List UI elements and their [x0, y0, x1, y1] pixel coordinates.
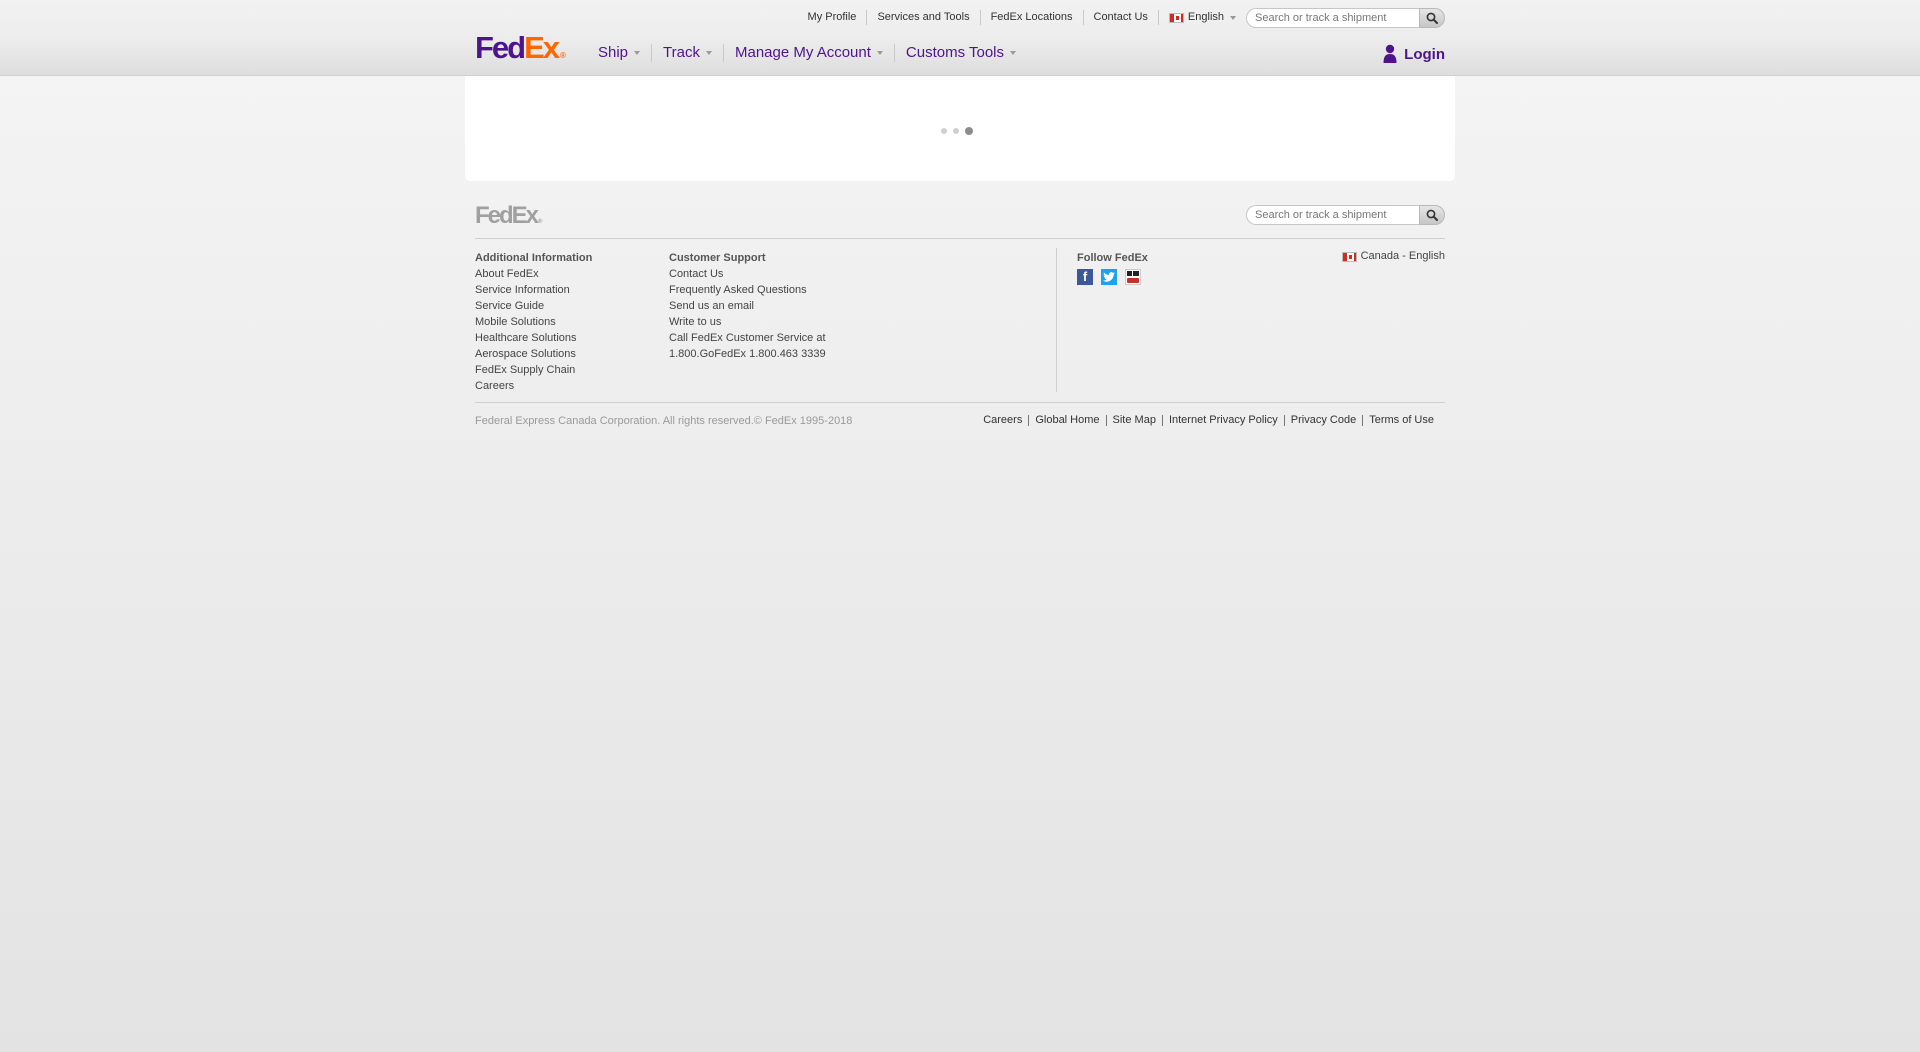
loading-dot — [941, 128, 947, 134]
fedex-logo[interactable]: FedEx ® — [475, 32, 566, 63]
global-home-link[interactable]: Global Home — [1028, 415, 1105, 426]
login-label: Login — [1404, 45, 1445, 63]
services-and-tools-link[interactable]: Services and Tools — [867, 10, 981, 25]
footer-customer-support: Customer Support Contact Us Frequently A… — [669, 250, 826, 362]
social-icons: f — [1077, 269, 1149, 285]
footer-bottom-links: Careers Global Home Site Map Internet Pr… — [977, 415, 1440, 426]
search-input[interactable] — [1246, 7, 1419, 28]
content-panel — [465, 76, 1455, 181]
footer-follow: Follow FedEx f — [1077, 250, 1149, 285]
youtube-icon[interactable] — [1125, 269, 1141, 285]
footer-heading: Customer Support — [669, 252, 766, 264]
loading-dots — [941, 127, 979, 135]
footer-bottom-divider — [475, 402, 1445, 403]
nav-ship[interactable]: Ship — [588, 44, 651, 62]
about-fedex-link[interactable]: About FedEx — [475, 266, 592, 282]
contact-us-link[interactable]: Contact Us — [1084, 10, 1159, 25]
utility-nav: My Profile Services and Tools FedEx Loca… — [798, 7, 1445, 28]
country-label: Canada - English — [1360, 250, 1445, 262]
search-button[interactable] — [1419, 7, 1445, 28]
phone-number: 1.800.GoFedEx 1.800.463 3339 — [669, 348, 826, 360]
twitter-bird-icon — [1103, 272, 1115, 282]
user-icon — [1383, 44, 1397, 63]
canada-flag-icon — [1168, 12, 1184, 23]
my-profile-link[interactable]: My Profile — [798, 10, 868, 25]
faq-link[interactable]: Frequently Asked Questions — [669, 282, 826, 298]
fedex-locations-link[interactable]: FedEx Locations — [981, 10, 1084, 25]
canada-flag-icon — [1341, 251, 1357, 262]
footer-divider — [475, 238, 1445, 239]
login-button[interactable]: Login — [1383, 44, 1445, 64]
footer-country-selector[interactable]: Canada - English — [1341, 250, 1445, 263]
twitter-icon[interactable] — [1101, 269, 1117, 285]
footer-heading: Additional Information — [475, 252, 593, 264]
loading-dot-active — [965, 127, 973, 135]
chevron-down-icon — [876, 51, 883, 56]
chevron-down-icon — [1230, 15, 1236, 20]
service-information-link[interactable]: Service Information — [475, 282, 592, 298]
aerospace-solutions-link[interactable]: Aerospace Solutions — [475, 346, 592, 362]
footer-vertical-divider — [1056, 248, 1057, 392]
youtube-logo-icon — [1127, 271, 1139, 283]
header-search — [1246, 7, 1445, 28]
chevron-down-icon — [705, 51, 712, 56]
main-nav: Ship Track Manage My Account Customs Too… — [588, 44, 1027, 62]
search-icon — [1426, 209, 1438, 221]
site-map-link[interactable]: Site Map — [1105, 415, 1162, 426]
contact-us-link[interactable]: Contact Us — [669, 266, 826, 282]
copyright-text: Federal Express Canada Corporation. All … — [475, 415, 853, 427]
nav-manage-my-account[interactable]: Manage My Account — [722, 44, 894, 62]
footer-fedex-logo[interactable]: FedEx® — [475, 204, 542, 228]
loading-dot — [953, 128, 959, 134]
footer-search-input[interactable] — [1246, 205, 1419, 225]
terms-of-use-link[interactable]: Terms of Use — [1362, 415, 1440, 426]
language-selector[interactable]: English — [1159, 10, 1246, 25]
send-email-link[interactable]: Send us an email — [669, 298, 826, 314]
footer-search — [1246, 205, 1445, 225]
language-label: English — [1187, 11, 1224, 23]
phone-text: Call FedEx Customer Service at — [669, 332, 826, 344]
mobile-solutions-link[interactable]: Mobile Solutions — [475, 314, 592, 330]
footer-additional-information: Additional Information About FedEx Servi… — [475, 250, 592, 394]
search-icon — [1426, 12, 1438, 24]
internet-privacy-policy-link[interactable]: Internet Privacy Policy — [1161, 415, 1284, 426]
service-guide-link[interactable]: Service Guide — [475, 298, 592, 314]
nav-track[interactable]: Track — [651, 44, 723, 62]
careers-link[interactable]: Careers — [475, 378, 592, 394]
footer-heading: Follow FedEx — [1077, 252, 1148, 264]
nav-customs-tools[interactable]: Customs Tools — [893, 44, 1027, 62]
footer-search-button[interactable] — [1419, 205, 1445, 225]
facebook-icon[interactable]: f — [1077, 269, 1093, 285]
chevron-down-icon — [1010, 51, 1016, 56]
privacy-code-link[interactable]: Privacy Code — [1283, 415, 1362, 426]
write-to-us-link[interactable]: Write to us — [669, 314, 826, 330]
healthcare-solutions-link[interactable]: Healthcare Solutions — [475, 330, 592, 346]
bottom-careers-link[interactable]: Careers — [977, 415, 1028, 426]
fedex-supply-chain-link[interactable]: FedEx Supply Chain — [475, 362, 592, 378]
chevron-down-icon — [634, 51, 641, 56]
